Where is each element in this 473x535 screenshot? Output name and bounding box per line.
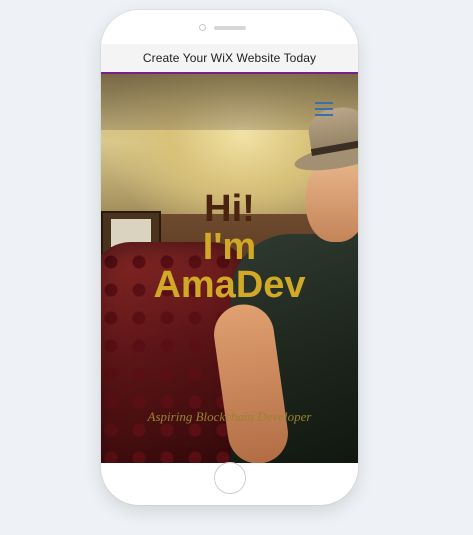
hero-name: AmaDev <box>153 264 306 306</box>
hamburger-menu-icon[interactable] <box>315 102 333 116</box>
hero-subtitle: Aspiring Blockchain Developer <box>147 409 312 424</box>
hero-heading: Hi! I'm AmaDev <box>101 190 358 304</box>
speaker-grille <box>214 26 246 30</box>
front-camera-icon <box>199 24 206 31</box>
site-hero-screen: Hi! I'm AmaDev Aspiring Blockchain Devel… <box>101 74 358 463</box>
hero-greeting: Hi! <box>204 188 255 230</box>
banner-text[interactable]: Create Your WiX Website Today <box>143 51 316 65</box>
home-button[interactable] <box>214 462 246 494</box>
phone-frame: Create Your WiX Website Today Hi! I'm Am… <box>101 10 358 505</box>
hero-im: I'm <box>202 226 257 268</box>
wix-promo-banner[interactable]: Create Your WiX Website Today <box>101 44 358 74</box>
